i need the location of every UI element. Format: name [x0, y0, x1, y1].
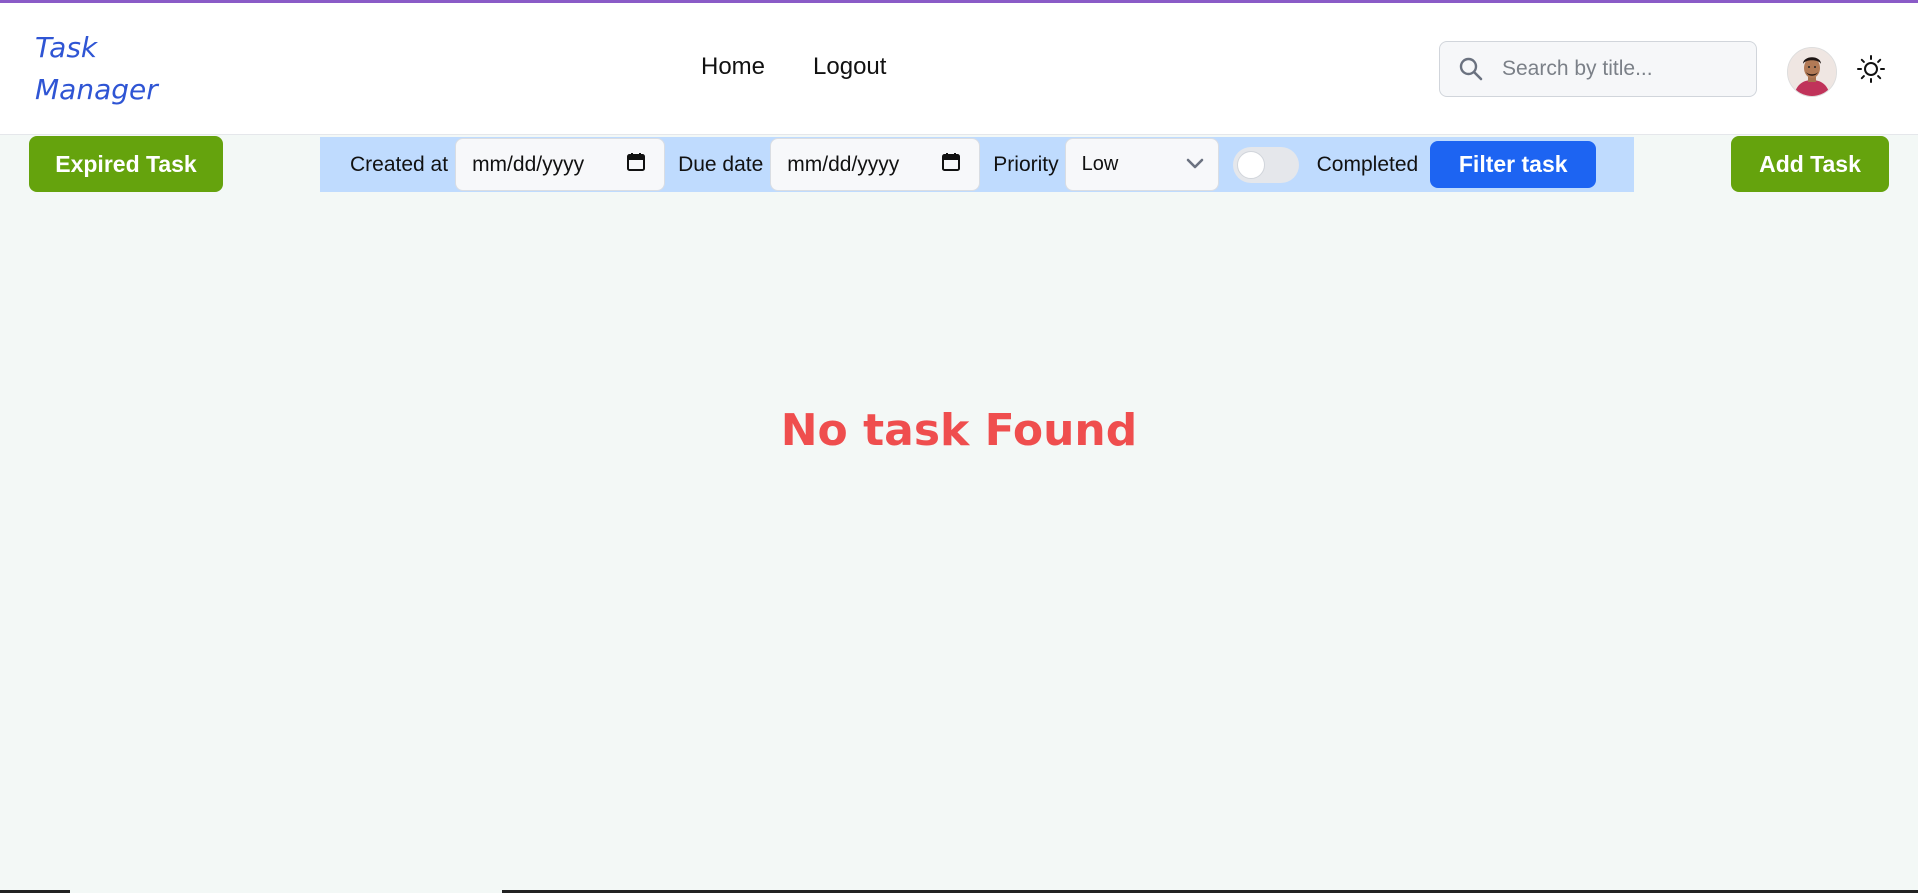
due-date-value: mm/dd/yyyy	[787, 152, 900, 176]
due-date-input[interactable]: mm/dd/yyyy	[770, 138, 981, 191]
navbar: Task Manager Home Logout	[0, 3, 1918, 135]
add-task-button[interactable]: Add Task	[1731, 136, 1889, 192]
empty-state-message: No task Found	[780, 405, 1138, 456]
calendar-icon[interactable]	[941, 152, 961, 178]
created-at-value: mm/dd/yyyy	[472, 152, 585, 176]
expired-task-button[interactable]: Expired Task	[29, 136, 223, 192]
completed-label: Completed	[1316, 152, 1419, 176]
due-date-label: Due date	[678, 152, 764, 176]
created-at-date-input[interactable]: mm/dd/yyyy	[455, 138, 666, 191]
nav-home-link[interactable]: Home	[701, 53, 765, 81]
nav-logout-link[interactable]: Logout	[813, 53, 886, 81]
app-logo[interactable]: Task Manager	[35, 27, 195, 111]
priority-select[interactable]: Low	[1064, 138, 1219, 191]
logo-line-1: Task	[35, 31, 98, 64]
priority-value: Low	[1081, 153, 1119, 175]
theme-toggle[interactable]	[1853, 53, 1889, 89]
search-icon	[1456, 54, 1486, 84]
nav-links: Home Logout	[701, 53, 886, 81]
priority-label: Priority	[993, 152, 1059, 176]
search-input[interactable]	[1500, 56, 1744, 82]
created-at-label: Created at	[350, 152, 449, 176]
search-box	[1439, 41, 1757, 97]
sun-icon	[1856, 54, 1886, 89]
chevron-down-icon	[1186, 153, 1204, 176]
avatar[interactable]	[1787, 47, 1837, 97]
calendar-icon[interactable]	[626, 152, 646, 178]
toggle-knob	[1236, 150, 1265, 179]
filter-task-button[interactable]: Filter task	[1430, 141, 1597, 188]
logo-line-2: Manager	[35, 73, 158, 106]
completed-toggle[interactable]	[1232, 146, 1299, 183]
filter-bar: Created at mm/dd/yyyy Due date mm/dd/yyy…	[320, 137, 1634, 192]
